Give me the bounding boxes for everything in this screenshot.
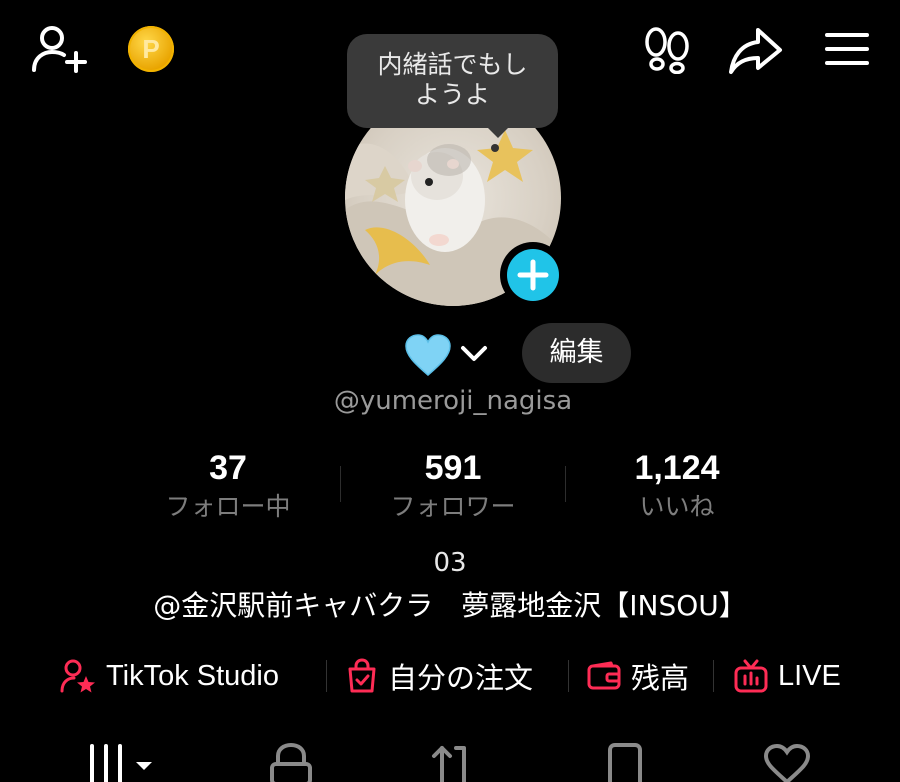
balance-label: 残高 xyxy=(631,661,690,695)
footprint-icon[interactable] xyxy=(642,26,692,74)
username: @yumeroji_nagisa xyxy=(333,386,573,416)
bio-line: 03 xyxy=(433,548,467,578)
bookmark-tab[interactable] xyxy=(600,742,650,782)
divider xyxy=(340,466,341,502)
followers-count: 591 xyxy=(424,449,482,487)
followers-label: フォロワー xyxy=(390,492,516,521)
divider xyxy=(565,466,566,502)
coin-letter: P xyxy=(142,34,160,64)
plus-icon xyxy=(507,249,559,301)
live-tv-icon xyxy=(734,659,768,693)
coin-icon[interactable]: P xyxy=(128,26,174,72)
edit-profile-button[interactable]: 編集 xyxy=(522,323,631,383)
divider xyxy=(713,660,714,692)
divider xyxy=(568,660,569,692)
chevron-down-icon[interactable] xyxy=(460,344,488,364)
add-friend-icon[interactable] xyxy=(30,24,88,76)
stat-followers[interactable]: 591 フォロワー xyxy=(353,448,553,524)
creator-star-icon xyxy=(60,659,96,693)
stat-following[interactable]: 37 フォロー中 xyxy=(128,448,328,524)
bio-line: @金沢駅前キャバクラ 夢露地金沢【INSOU】 xyxy=(153,589,747,622)
note-text-line1: 内緒話でもし xyxy=(377,50,528,79)
likes-count: 1,124 xyxy=(634,449,720,487)
my-orders-link[interactable]: 自分の注文 xyxy=(346,654,533,698)
tiktok-studio-link[interactable]: TikTok Studio xyxy=(60,654,279,698)
add-story-button[interactable] xyxy=(500,242,566,308)
my-orders-label: 自分の注文 xyxy=(388,661,534,695)
following-count: 37 xyxy=(209,449,247,487)
wallet-icon xyxy=(587,661,621,691)
note-bubble-tail xyxy=(486,126,510,138)
following-label: フォロー中 xyxy=(165,492,291,521)
likes-label: いいね xyxy=(639,492,715,521)
stat-likes[interactable]: 1,124 いいね xyxy=(577,448,777,524)
share-icon[interactable] xyxy=(728,24,784,76)
balance-link[interactable]: 残高 xyxy=(587,654,689,698)
light-blue-heart-icon[interactable] xyxy=(404,333,452,377)
liked-heart-tab[interactable] xyxy=(762,742,812,782)
menu-icon[interactable] xyxy=(824,28,870,70)
repost-tab[interactable] xyxy=(428,742,478,782)
tiktok-studio-label: TikTok Studio xyxy=(106,659,279,692)
divider xyxy=(326,660,327,692)
note-bubble[interactable]: 内緒話でもし ようよ xyxy=(347,34,558,128)
live-label: LIVE xyxy=(778,659,841,692)
shopping-bag-icon xyxy=(346,658,378,694)
note-text-line2: ようよ xyxy=(414,80,490,109)
private-lock-tab[interactable] xyxy=(266,742,316,782)
videos-grid-tab[interactable] xyxy=(86,742,158,782)
live-link[interactable]: LIVE xyxy=(734,654,841,698)
